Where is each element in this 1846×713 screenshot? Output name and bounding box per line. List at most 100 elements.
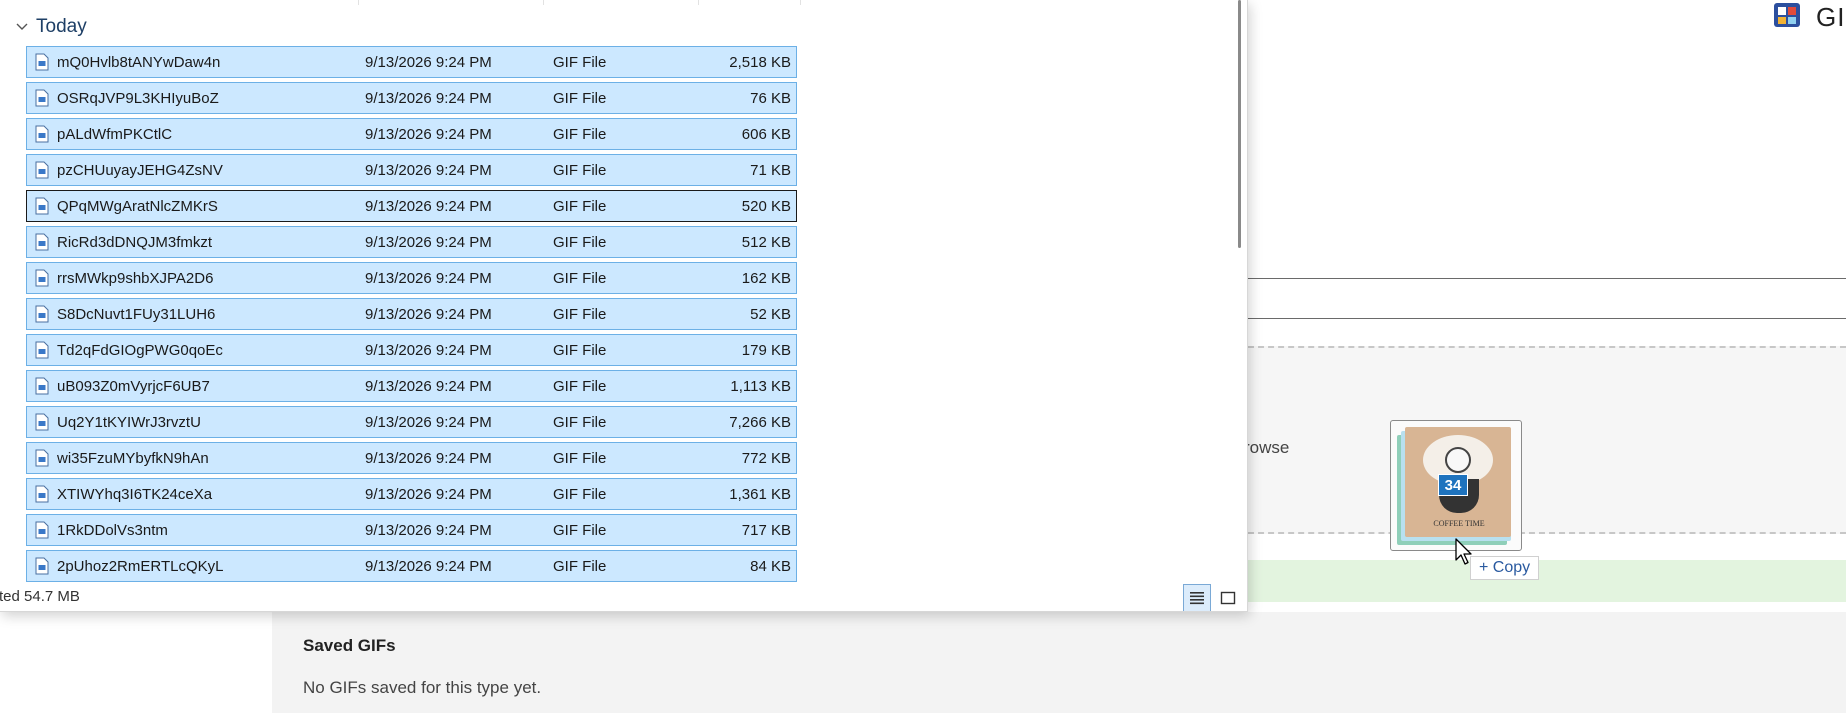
details-view-icon [1190, 592, 1204, 605]
section-divider [1248, 318, 1846, 319]
file-date-modified: 9/13/2026 9:24 PM [365, 270, 492, 287]
status-text: ted 54.7 MB [0, 588, 80, 605]
file-name: Uq2Y1tKYIWrJ3rvztU [57, 414, 201, 431]
file-row[interactable]: rrsMWkp9shbXJPA2D6 9/13/2026 9:24 PM GIF F… [26, 262, 797, 294]
file-type: GIF File [553, 450, 607, 467]
file-name: uB093Z0mVyrjcF6UB7 [57, 378, 210, 395]
gif-file-icon [35, 269, 49, 287]
file-name: pzCHUuyayJEHG4ZsNV [57, 162, 223, 179]
file-size: 512 KB [741, 234, 791, 251]
file-size: 1,361 KB [729, 486, 791, 503]
file-row[interactable]: S8DcNuvt1FUy31LUH6 9/13/2026 9:24 PM GIF F… [26, 298, 797, 330]
large-icons-view-button[interactable] [1214, 584, 1242, 611]
file-name: mQ0Hvlb8tANYwDaw4n [57, 54, 221, 71]
file-row[interactable]: wi35FzuMYbyfkN9hAn 9/13/2026 9:24 PM GIF F… [26, 442, 797, 474]
gif-file-icon [35, 449, 49, 467]
drag-count-badge: 34 [1438, 474, 1468, 496]
status-bar: ted 54.7 MB [0, 582, 1247, 611]
file-name: RicRd3dDNQJM3fmkzt [57, 234, 213, 251]
vertical-scrollbar[interactable] [1238, 0, 1241, 248]
file-name: rrsMWkp9shbXJPA2D6 [57, 270, 214, 287]
file-size: 606 KB [741, 126, 791, 143]
file-type: GIF File [553, 54, 607, 71]
file-row[interactable]: QPqMWgAratNlcZMKrS 9/13/2026 9:24 PM GIF F… [26, 190, 797, 222]
file-name: Td2qFdGIOgPWG0qoEc [57, 342, 223, 359]
file-row[interactable]: 2pUhoz2RmERTLcQKyL 9/13/2026 9:24 PM GIF F… [26, 550, 797, 582]
gif-file-icon [35, 305, 49, 323]
file-name: OSRqJVP9L3KHIyuBoZ [57, 90, 219, 107]
file-type: GIF File [553, 558, 607, 575]
file-name: QPqMWgAratNlcZMKrS [57, 198, 218, 215]
section-divider [1248, 278, 1846, 279]
file-row[interactable]: OSRqJVP9L3KHIyuBoZ 9/13/2026 9:24 PM GIF F… [26, 82, 797, 114]
browse-link[interactable]: rowse [1244, 438, 1289, 458]
gif-file-icon [35, 413, 49, 431]
file-row[interactable]: RicRd3dDNQJM3fmkzt 9/13/2026 9:24 PM GIF F… [26, 226, 797, 258]
file-name: XTIWYhq3I6TK24ceXa [57, 486, 213, 503]
gif-file-icon [35, 521, 49, 539]
file-type: GIF File [553, 522, 607, 539]
group-header-today[interactable]: Today [14, 16, 87, 38]
file-row[interactable]: uB093Z0mVyrjcF6UB7 9/13/2026 9:24 PM GIF F… [26, 370, 797, 402]
file-size: 1,113 KB [730, 378, 791, 395]
file-size: 7,266 KB [729, 414, 791, 431]
file-size: 772 KB [741, 450, 791, 467]
file-row[interactable]: pzCHUuyayJEHG4ZsNV 9/13/2026 9:24 PM GIF F… [26, 154, 797, 186]
file-name: 2pUhoz2RmERTLcQKyL [57, 558, 224, 575]
tiles-view-icon [1220, 591, 1236, 605]
file-date-modified: 9/13/2026 9:24 PM [365, 54, 492, 71]
column-divider[interactable] [543, 0, 544, 5]
file-type: GIF File [553, 270, 607, 287]
gif-file-icon [35, 161, 49, 179]
drop-highlight-strip [1248, 560, 1846, 602]
file-name: S8DcNuvt1FUy31LUH6 [57, 306, 216, 323]
saved-gifs-title: Saved GIFs [303, 636, 396, 655]
gif-file-icon [35, 125, 49, 143]
file-size: 179 KB [741, 342, 791, 359]
file-size: 76 KB [750, 90, 791, 107]
column-divider[interactable] [800, 0, 801, 5]
file-date-modified: 9/13/2026 9:24 PM [365, 162, 492, 179]
file-row[interactable]: Uq2Y1tKYIWrJ3rvztU 9/13/2026 9:24 PM GIF F… [26, 406, 797, 438]
file-date-modified: 9/13/2026 9:24 PM [365, 378, 492, 395]
file-date-modified: 9/13/2026 9:24 PM [365, 414, 492, 431]
file-date-modified: 9/13/2026 9:24 PM [365, 198, 492, 215]
gif-file-icon [35, 53, 49, 71]
file-list: mQ0Hvlb8tANYwDaw4n 9/13/2026 9:24 PM GIF F… [26, 46, 797, 586]
file-row[interactable]: Td2qFdGIOgPWG0qoEc 9/13/2026 9:24 PM GIF F… [26, 334, 797, 366]
file-size: 52 KB [750, 306, 791, 323]
file-row[interactable]: pALdWfmPKCtlC 9/13/2026 9:24 PM GIF File 60… [26, 118, 797, 150]
file-row[interactable]: XTIWYhq3I6TK24ceXa 9/13/2026 9:24 PM GIF F… [26, 478, 797, 510]
gif-file-icon [35, 557, 49, 575]
details-view-button[interactable] [1183, 584, 1211, 611]
file-type: GIF File [553, 198, 607, 215]
file-date-modified: 9/13/2026 9:24 PM [365, 306, 492, 323]
file-size: 2,518 KB [729, 54, 791, 71]
column-divider[interactable] [698, 0, 699, 5]
file-row[interactable]: 1RkDDolVs3ntm 9/13/2026 9:24 PM GIF File 71… [26, 514, 797, 546]
gif-file-icon [35, 233, 49, 251]
file-row[interactable]: mQ0Hvlb8tANYwDaw4n 9/13/2026 9:24 PM GIF F… [26, 46, 797, 78]
file-size: 162 KB [741, 270, 791, 287]
column-divider[interactable] [358, 0, 359, 5]
group-label: Today [36, 16, 87, 37]
file-type: GIF File [553, 306, 607, 323]
chevron-down-icon [16, 23, 28, 30]
file-drop-zone[interactable] [1248, 346, 1846, 534]
file-date-modified: 9/13/2026 9:24 PM [365, 522, 492, 539]
copy-drop-tooltip: + Copy [1470, 556, 1540, 580]
clock-icon [1445, 447, 1471, 473]
file-date-modified: 9/13/2026 9:24 PM [365, 342, 492, 359]
file-type: GIF File [553, 126, 607, 143]
file-name: wi35FzuMYbyfkN9hAn [57, 450, 209, 467]
gif-file-icon [35, 197, 49, 215]
file-type: GIF File [553, 486, 607, 503]
file-date-modified: 9/13/2026 9:24 PM [365, 126, 492, 143]
gif-file-icon [35, 341, 49, 359]
file-date-modified: 9/13/2026 9:24 PM [365, 558, 492, 575]
file-size: 520 KB [741, 198, 791, 215]
saved-gifs-empty-message: No GIFs saved for this type yet. [303, 678, 542, 697]
gif-file-icon [35, 89, 49, 107]
gif-file-icon [35, 377, 49, 395]
gif-file-icon [35, 485, 49, 503]
